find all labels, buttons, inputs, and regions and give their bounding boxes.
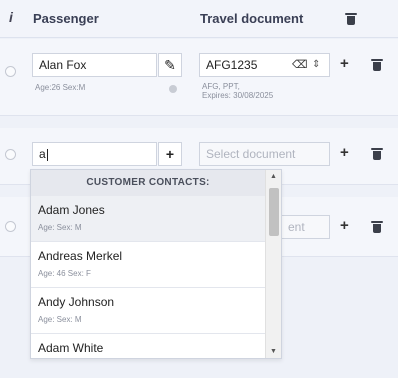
delete-row-trash-icon[interactable] (371, 221, 383, 233)
row-select-radio[interactable] (5, 66, 16, 77)
scroll-up-arrow-icon[interactable]: ▲ (270, 173, 277, 180)
contact-meta: Age: Sex: M (38, 223, 82, 232)
contact-meta: Age: 46 Sex: F (38, 269, 91, 278)
contact-option[interactable]: Andreas Merkel Age: 46 Sex: F (31, 242, 265, 288)
add-document-button[interactable]: + (340, 144, 349, 161)
add-passenger-button[interactable]: + (158, 142, 182, 166)
document-meta-line2: Expires: 30/08/2025 (202, 91, 274, 100)
select-document-placeholder: Select document (206, 147, 296, 161)
contact-name: Adam Jones (38, 203, 105, 217)
delete-row-trash-icon[interactable] (371, 59, 383, 71)
row-select-radio[interactable] (5, 221, 16, 232)
scroll-down-arrow-icon[interactable]: ▼ (270, 348, 277, 355)
contact-option[interactable]: Andy Johnson Age: Sex: M (31, 288, 265, 334)
select-document-field[interactable]: Select document (199, 142, 330, 166)
passenger-name-field[interactable]: Alan Fox (32, 53, 157, 77)
contact-name: Andy Johnson (38, 295, 115, 309)
plus-icon: + (165, 146, 175, 162)
select-document-placeholder: ent (288, 220, 305, 234)
passenger-column-header: Passenger (33, 11, 99, 26)
customer-contacts-dropdown[interactable]: CUSTOMER CONTACTS: Adam Jones Age: Sex: … (30, 169, 282, 359)
add-document-button[interactable]: + (340, 55, 349, 72)
delete-all-trash-icon[interactable] (345, 13, 357, 25)
add-document-button[interactable]: + (340, 217, 349, 234)
row-select-radio[interactable] (5, 149, 16, 160)
contact-name: Adam White (38, 341, 104, 355)
delete-row-trash-icon[interactable] (371, 148, 383, 160)
dropdown-scrollbar[interactable]: ▲ ▼ (265, 170, 281, 358)
status-dot-icon (169, 85, 177, 93)
passenger-meta: Age:26 Sex:M (35, 83, 86, 92)
info-icon[interactable]: i (9, 9, 13, 25)
edit-passenger-button[interactable]: ✎ (158, 53, 182, 77)
scrollbar-thumb[interactable] (269, 188, 279, 236)
clear-document-icon[interactable]: ⌫ (292, 54, 308, 76)
table-header: i Passenger Travel document (0, 0, 398, 38)
passenger-name-value: Alan Fox (39, 58, 87, 72)
travel-document-field[interactable]: AFG1235 ⌫ ⇕ (199, 53, 330, 77)
travel-document-value: AFG1235 (206, 58, 258, 72)
document-spinner-icon[interactable]: ⇕ (312, 54, 320, 76)
passenger-search-value: a (39, 147, 46, 161)
contact-option[interactable]: Adam Jones Age: Sex: M (31, 196, 265, 242)
contact-meta: Age: Sex: M (38, 315, 82, 324)
pencil-icon: ✎ (164, 57, 176, 73)
passenger-row-1: Alan Fox ✎ Age:26 Sex:M AFG1235 ⌫ ⇕ AFG,… (0, 39, 398, 116)
passenger-search-input[interactable]: a (32, 142, 157, 166)
contact-option[interactable]: Adam White (31, 334, 265, 358)
dropdown-header: CUSTOMER CONTACTS: (31, 170, 265, 196)
contact-name: Andreas Merkel (38, 249, 123, 263)
travel-document-column-header: Travel document (200, 11, 304, 26)
